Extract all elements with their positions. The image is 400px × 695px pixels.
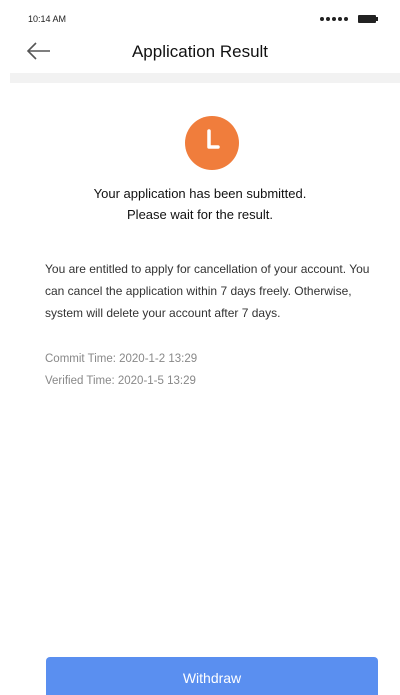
status-time: 10:14 AM — [28, 14, 67, 24]
withdraw-button[interactable]: Withdraw — [46, 657, 378, 695]
page-title: Application Result — [131, 42, 269, 61]
battery-icon — [358, 15, 378, 23]
clock-icon — [207, 129, 220, 149]
verified-time: Verified Time: 2020-1-5 13:29 — [45, 375, 196, 387]
cancellation-description: You are entitled to apply for cancellati… — [45, 262, 370, 320]
result-line-2: Please wait for the result. — [127, 207, 273, 222]
header-divider — [10, 73, 400, 83]
result-status — [185, 116, 239, 170]
commit-time: Commit Time: 2020-1-2 13:29 — [45, 353, 198, 365]
nav-bar: Application Result — [0, 32, 400, 72]
signal-icon — [320, 17, 348, 21]
result-line-1: Your application has been submitted. — [93, 186, 307, 201]
result-message: Your application has been submitted. Ple… — [0, 183, 400, 225]
status-bar: 10:14 AM — [0, 0, 400, 32]
